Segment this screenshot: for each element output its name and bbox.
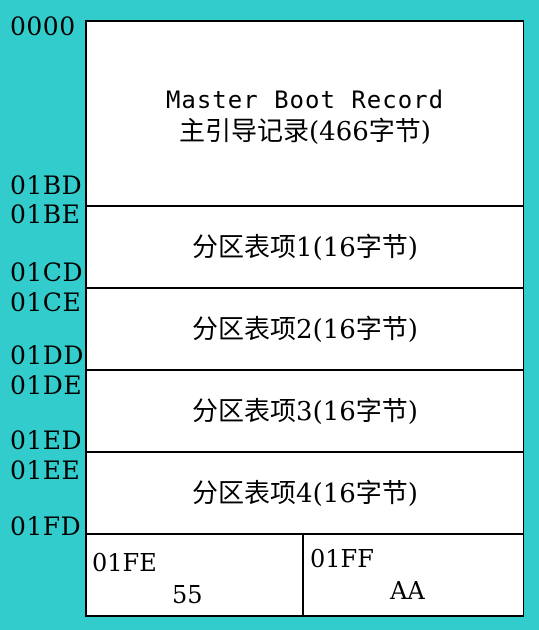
address-01CE: 01CE [10, 288, 82, 317]
signature-left-address: 01FE [92, 549, 157, 577]
divider-mbr-bottom [87, 205, 523, 207]
address-01DE: 01DE [10, 371, 83, 400]
partition-entry-1: 分区表项1(16字节) [192, 233, 418, 263]
signature-right-address: 01FF [310, 545, 374, 573]
signature-left-value: 55 [172, 581, 203, 609]
mbr-title-english: Master Boot Record [165, 86, 445, 114]
address-01BD: 01BD [10, 171, 83, 200]
address-01DD: 01DD [10, 341, 84, 370]
divider-signature-cells [302, 535, 304, 615]
divider-partition-1 [87, 287, 523, 289]
address-0000: 0000 [10, 12, 76, 41]
partition-entry-2: 分区表项2(16字节) [192, 315, 418, 345]
divider-partition-2 [87, 369, 523, 371]
partition-entry-4: 分区表项4(16字节) [192, 479, 418, 509]
address-01ED: 01ED [10, 426, 83, 455]
address-01EE: 01EE [10, 456, 81, 485]
mbr-layout-box: Master Boot Record 主引导记录(466字节) 分区表项1(16… [85, 20, 524, 617]
partition-entry-3: 分区表项3(16字节) [192, 397, 418, 427]
divider-partition-3 [87, 451, 523, 453]
mbr-title-chinese: 主引导记录(466字节) [179, 117, 431, 147]
signature-right-value: AA [390, 577, 425, 605]
address-01FD: 01FD [10, 512, 82, 541]
address-01BE: 01BE [10, 200, 81, 229]
divider-partition-4 [87, 533, 523, 535]
address-01CD: 01CD [10, 258, 83, 287]
